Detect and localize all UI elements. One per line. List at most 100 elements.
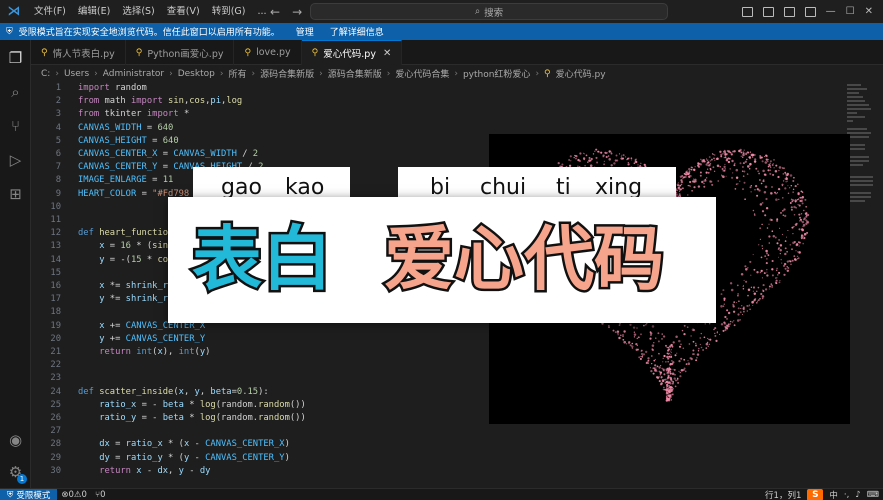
ime-mode[interactable]: 中 (829, 489, 838, 500)
restricted-mode-status[interactable]: ⛨ 受限模式 (0, 488, 58, 500)
breadcrumb-item[interactable]: Desktop (178, 69, 215, 79)
run-debug-icon[interactable]: ▷ (0, 146, 31, 174)
breadcrumb-item[interactable]: Administrator (103, 69, 164, 79)
minimap-line (847, 184, 873, 186)
chevron-right-icon: › (169, 68, 173, 79)
code-line: 3 from tkinter import * (55, 109, 190, 120)
status-right: 行1，列1 S 中 ·, ♪ ⌨ (765, 489, 879, 500)
minimap-line (847, 108, 871, 110)
manage-link[interactable]: 管理 (296, 25, 314, 38)
ports-status[interactable]: ⑂0 (91, 490, 110, 500)
code-line: 2 from math import sin,cos,pi,log (55, 96, 243, 107)
breadcrumb-item[interactable]: 源码合集新版 (260, 67, 314, 80)
code-line: 29 dy = ratio_y * (y - CANVAS_CENTER_Y) (50, 452, 290, 463)
restricted-label: 受限模式 (16, 490, 51, 500)
toggle-sidebar-icon[interactable] (741, 6, 753, 17)
breadcrumb-item[interactable]: Users (64, 69, 89, 79)
title-confession: 表白 (190, 216, 335, 303)
chevron-right-icon: › (535, 68, 540, 79)
tab-label: love.py (256, 47, 291, 58)
cursor-position[interactable]: 行1，列1 (765, 489, 801, 500)
chevron-right-icon: › (94, 68, 98, 79)
chevron-right-icon: › (454, 68, 458, 79)
breadcrumb-item[interactable]: C: (41, 69, 50, 79)
minimap-line (847, 116, 865, 118)
tab-love-py[interactable]: ⚲ love.py (234, 40, 302, 65)
close-window-icon[interactable]: ✕ (865, 6, 873, 17)
status-bar: ⛨ 受限模式 ⊗0⚠0 ⑂0 行1，列1 S 中 ·, ♪ ⌨ (0, 488, 883, 500)
python-file-icon: ⚲ (311, 48, 319, 58)
breadcrumb-item[interactable]: 源码合集新版 (328, 67, 382, 80)
microphone-icon[interactable]: ♪ (855, 490, 860, 500)
menu-file[interactable]: 文件(F) (28, 0, 72, 23)
minimap-line (847, 120, 853, 122)
tab-label: 爱心代码.py (323, 49, 376, 60)
gear-icon[interactable]: ⚙ 1 (0, 458, 31, 486)
minimap-line (847, 96, 863, 98)
tab-python-heart-py[interactable]: ⚲ Python画爱心.py (126, 40, 235, 65)
menu-goto[interactable]: 转到(G) (206, 0, 252, 23)
chevron-right-icon: › (219, 68, 224, 79)
problems-status[interactable]: ⊗0⚠0 (57, 490, 91, 500)
source-control-icon[interactable]: ⑂ (0, 112, 31, 140)
breadcrumb-item[interactable]: python红粉爱心 (463, 67, 530, 80)
menu-view[interactable]: 查看(V) (161, 0, 206, 23)
maximize-icon[interactable]: ☐ (846, 6, 855, 17)
breadcrumb: C: › Users › Administrator › Desktop › 所有 › 源… (31, 65, 883, 82)
minimap-line (847, 176, 873, 178)
minimize-icon[interactable]: — (826, 6, 836, 17)
minimap-line (847, 180, 873, 182)
extensions-icon[interactable]: ⊞ (0, 180, 31, 208)
search-label: 搜索 (484, 7, 504, 19)
toggle-panel-icon[interactable] (762, 6, 774, 17)
search-icon[interactable]: ⌕ (0, 78, 31, 106)
breadcrumb-item[interactable]: 爱心代码.py (556, 67, 606, 80)
toggle-secondary-sidebar-icon[interactable] (783, 6, 795, 17)
banner-text: 受限模式旨在实现安全地浏览代码。信任此窗口以启用所有功能。 (18, 28, 280, 38)
code-line: 27 (50, 426, 61, 437)
learn-more-link[interactable]: 了解详细信息 (330, 25, 384, 38)
code-line: 30 return x - dx, y - dy (50, 465, 211, 476)
back-arrow-icon[interactable]: ← (270, 5, 280, 19)
tab-label: Python画爱心.py (147, 48, 224, 60)
python-file-icon: ⚲ (244, 47, 252, 58)
minimap-line (847, 192, 871, 194)
menu-edit[interactable]: 编辑(E) (72, 0, 116, 23)
restricted-mode-banner: ⛨ 受限模式旨在实现安全地浏览代码。信任此窗口以启用所有功能。 管理 了解详细信… (0, 23, 883, 40)
command-center-search[interactable]: ⌕ 搜索 (310, 3, 668, 20)
minimap-line (847, 132, 871, 134)
activity-bar: ❐ ⌕ ⑂ ▷ ⊞ ◉ ⚙ 1 (0, 40, 31, 488)
code-line: 1 import random (55, 83, 147, 93)
chevron-right-icon: › (319, 68, 323, 79)
breadcrumb-item[interactable]: 所有 (228, 67, 246, 80)
python-file-icon: ⚲ (41, 47, 48, 58)
forward-arrow-icon[interactable]: → (292, 5, 302, 19)
minimap-line (847, 160, 869, 162)
ime-punctuation-icon[interactable]: ·, (844, 490, 849, 500)
title-card: 表白 爱心代码 (168, 197, 716, 323)
menu-selection[interactable]: 选择(S) (116, 0, 160, 23)
minimap[interactable] (847, 82, 875, 212)
explorer-icon[interactable]: ❐ (0, 44, 31, 72)
customize-layout-icon[interactable] (804, 6, 816, 17)
chevron-right-icon: › (386, 68, 391, 79)
breadcrumb-item[interactable]: 爱心代码合集 (395, 67, 449, 80)
account-icon[interactable]: ◉ (0, 426, 31, 454)
chevron-right-icon: › (251, 68, 256, 79)
minimap-line (847, 88, 867, 90)
title-heart-code: 爱心代码 (382, 216, 667, 303)
window-controls: — ☐ ✕ (741, 0, 883, 23)
close-tab-icon[interactable]: ✕ (383, 48, 391, 59)
minimap-line (847, 128, 867, 130)
nav-arrows: ← → (270, 0, 302, 23)
code-line: 4 CANVAS_WIDTH = 640 (55, 122, 174, 133)
tab-label: 情人节表白.py (52, 48, 115, 60)
tab-valentine-py[interactable]: ⚲ 情人节表白.py (31, 40, 126, 65)
search-icon: ⌕ (474, 6, 481, 17)
python-file-icon: ⚲ (135, 47, 143, 58)
keyboard-icon[interactable]: ⌨ (867, 490, 879, 500)
tab-heart-code-py[interactable]: ⚲ 爱心代码.py ✕ (301, 40, 403, 65)
minimap-line (847, 104, 869, 106)
minimap-line (847, 136, 869, 138)
sogou-ime-icon[interactable]: S (807, 489, 824, 500)
